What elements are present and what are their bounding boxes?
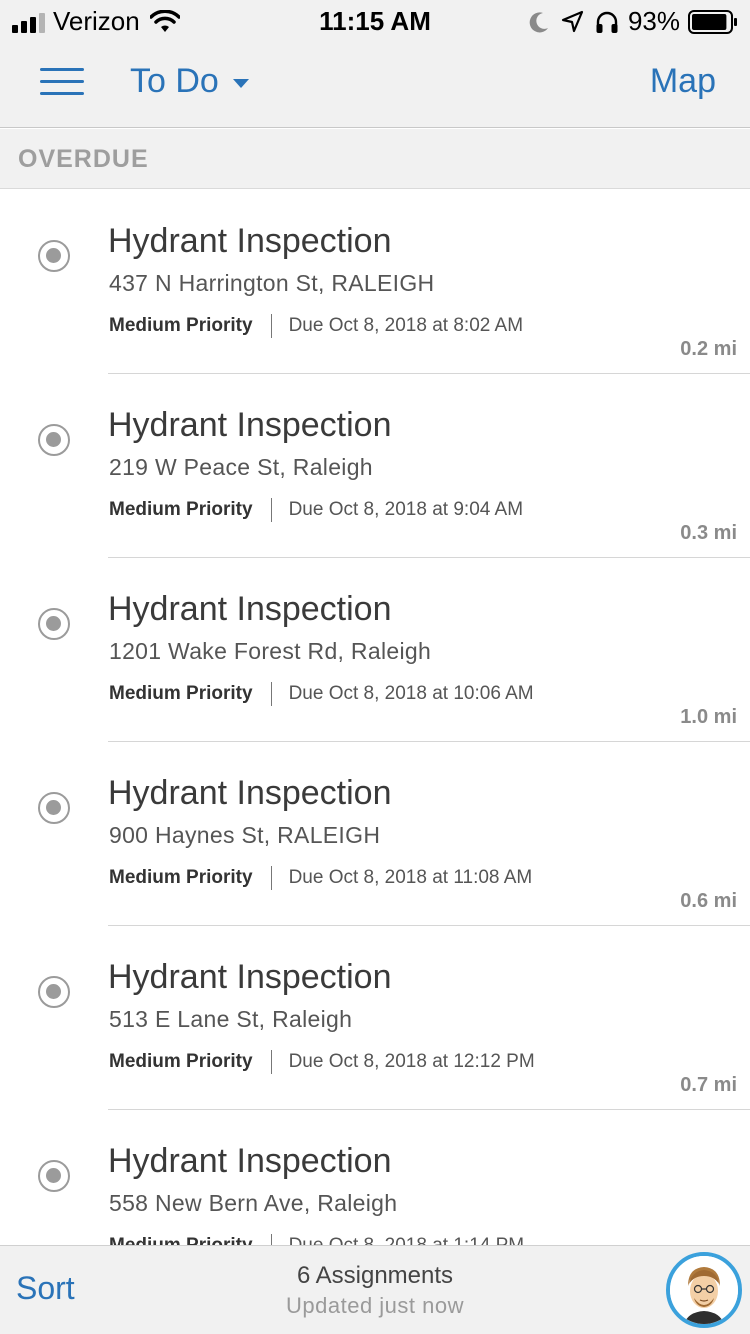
due-date: Due Oct 8, 2018 at 12:12 PM [288,1051,535,1072]
assignment-meta: Medium Priority Due Oct 8, 2018 at 10:06 … [109,682,534,706]
avatar-illustration [670,1256,738,1324]
status-right: 93% [526,6,738,37]
assignment-count: 6 Assignments [296,1262,454,1289]
map-button[interactable]: Map [650,62,716,101]
bottom-bar: Sort 6 Assignments Updated just now [0,1245,750,1334]
distance-label: 0.3 mi [680,522,737,544]
priority-label: Medium Priority [109,683,253,704]
assignment-address: 437 N Harrington St, RALEIGH [109,270,435,296]
user-avatar-icon[interactable] [666,1252,742,1328]
nav-bar: To Do Map [0,40,750,128]
updated-status: Updated just now [286,1293,464,1318]
assignment-address: 513 E Lane St, Raleigh [109,1006,353,1032]
distance-label: 0.2 mi [680,338,737,360]
status-radio-icon[interactable] [38,1160,70,1192]
status-radio-icon[interactable] [38,608,70,640]
assignment-title: Hydrant Inspection [108,774,392,812]
distance-label: 0.6 mi [680,890,737,912]
assignment-title: Hydrant Inspection [108,406,392,444]
assignment-address: 558 New Bern Ave, Raleigh [109,1190,398,1216]
assignment-row[interactable]: Hydrant Inspection 900 Haynes St, RALEIGH… [0,742,750,926]
assignment-row[interactable]: Hydrant Inspection 558 New Bern Ave, Rale… [0,1110,750,1245]
nav-title-label: To Do [130,62,219,100]
distance-label: 1.0 mi [680,706,737,728]
status-radio-icon[interactable] [38,424,70,456]
assignment-address: 219 W Peace St, Raleigh [109,454,373,480]
assignment-title: Hydrant Inspection [108,590,392,628]
status-bar: Verizon 11:15 AM 93% [0,0,750,40]
priority-label: Medium Priority [109,499,253,520]
battery-icon [688,9,737,34]
priority-label: Medium Priority [109,1235,253,1245]
meta-divider [270,1050,272,1074]
assignment-address: 900 Haynes St, RALEIGH [109,822,381,848]
assignment-title: Hydrant Inspection [108,958,392,996]
due-date: Due Oct 8, 2018 at 11:08 AM [288,867,533,888]
priority-label: Medium Priority [109,867,253,888]
assignment-title: Hydrant Inspection [108,222,392,260]
section-header: OVERDUE [0,129,750,189]
due-date: Due Oct 8, 2018 at 8:02 AM [288,315,524,336]
location-icon [561,10,584,32]
due-date: Due Oct 8, 2018 at 1:14 PM [289,1235,525,1245]
status-radio-icon[interactable] [38,240,70,272]
assignment-title: Hydrant Inspection [108,1142,392,1180]
meta-divider [270,1234,272,1245]
assignment-meta: Medium Priority Due Oct 8, 2018 at 8:02 A… [109,314,523,338]
priority-label: Medium Priority [109,1051,253,1072]
assignment-meta: Medium Priority Due Oct 8, 2018 at 9:04 A… [109,498,523,522]
meta-divider [270,314,272,338]
meta-divider [270,682,272,706]
assignment-row[interactable]: Hydrant Inspection 513 E Lane St, Raleigh… [0,926,750,1110]
moon-icon [529,11,548,32]
due-date: Due Oct 8, 2018 at 10:06 AM [288,683,534,704]
priority-label: Medium Priority [109,315,253,336]
assignment-address: 1201 Wake Forest Rd, Raleigh [109,638,432,664]
assignment-row[interactable]: Hydrant Inspection 1201 Wake Forest Rd, R… [0,558,750,742]
assignment-meta: Medium Priority Due Oct 8, 2018 at 11:08 … [109,866,532,890]
assignment-meta: Medium Priority Due Oct 8, 2018 at 1:14 P… [109,1234,524,1245]
meta-divider [270,866,272,890]
list-filter-dropdown[interactable]: To Do [130,62,249,101]
status-radio-icon[interactable] [38,792,70,824]
menu-icon[interactable] [40,68,84,96]
headphones-icon [596,11,618,33]
distance-label: 0.7 mi [680,1074,737,1096]
status-radio-icon[interactable] [38,976,70,1008]
due-date: Due Oct 8, 2018 at 9:04 AM [288,499,524,520]
meta-divider [270,498,272,522]
assignment-row[interactable]: Hydrant Inspection 437 N Harrington St, R… [0,190,750,374]
assignment-list[interactable]: Hydrant Inspection 437 N Harrington St, R… [0,190,750,1245]
assignment-row[interactable]: Hydrant Inspection 219 W Peace St, Raleig… [0,374,750,558]
section-title: OVERDUE [18,145,149,173]
chevron-down-icon [232,79,249,88]
assignment-meta: Medium Priority Due Oct 8, 2018 at 12:12 … [109,1050,535,1074]
battery-percent: 93% [627,6,680,36]
